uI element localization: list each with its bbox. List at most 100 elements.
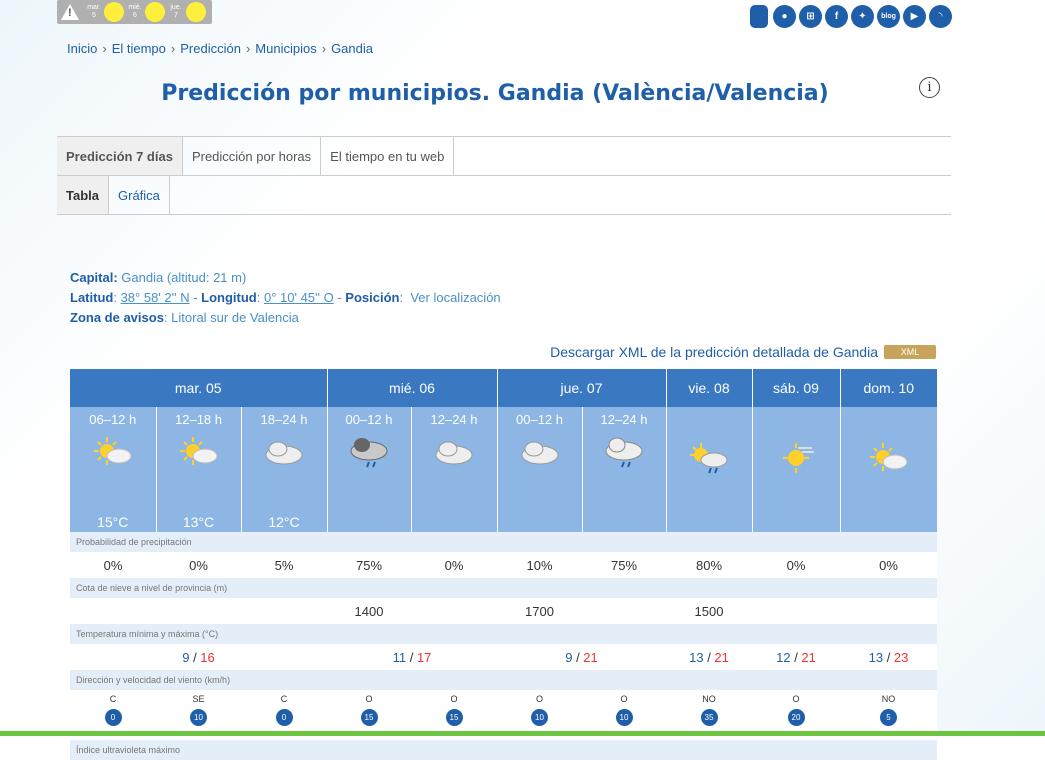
snow-value — [411, 598, 497, 624]
twitter-icon[interactable]: ✦ — [851, 5, 874, 28]
tab-tabla[interactable]: Tabla — [57, 176, 109, 214]
longitude-value: 0° 10' 45'' O — [263, 290, 334, 305]
temp-separator: / — [883, 649, 894, 665]
tab-prediccion-7-dias[interactable]: Predicción 7 días — [57, 137, 183, 175]
temp-row: 9 / 16 11 / 17 9 / 21 13 / 21 12 / 21 13… — [70, 644, 937, 670]
warning-level-dot — [104, 2, 124, 22]
breadcrumb-inicio[interactable]: Inicio — [67, 41, 97, 56]
temp-max: 21 — [714, 649, 729, 665]
wind-speed-icon: 10 — [531, 709, 548, 726]
period-label: 12–24 h — [430, 412, 478, 427]
breadcrumb-municipios[interactable]: Municipios — [255, 41, 316, 56]
app-icon[interactable]: ● — [773, 5, 796, 28]
period-cell: 18–24 h 12°C — [240, 407, 327, 532]
blog-icon[interactable]: blog — [877, 5, 900, 28]
cloud-icon — [435, 441, 473, 465]
facebook-icon[interactable]: f — [825, 5, 848, 28]
warnings-bar[interactable]: ! mar. 5 mié. 6 jue. 7 — [57, 0, 212, 24]
warning-day-label: mar. — [87, 4, 101, 11]
period-label — [667, 407, 752, 412]
period-label: 06–12 h — [89, 412, 137, 427]
wind-label: Dirección y velocidad del viento (km/h) — [70, 670, 937, 690]
day-header: mar. 05 — [70, 369, 327, 407]
temp-value: 13 / 23 — [840, 644, 937, 670]
temp-separator: / — [572, 649, 584, 665]
temp-separator: / — [406, 649, 417, 665]
wind-speed-icon: 0 — [275, 709, 293, 726]
wind-direction: NO — [702, 694, 716, 704]
cloud-icon — [265, 441, 303, 465]
ver-localizacion-link[interactable]: Ver localización — [410, 290, 500, 305]
section-label-row: Dirección y velocidad del viento (km/h) — [70, 670, 937, 690]
snow-value — [582, 598, 666, 624]
temp-value: 12 / 21 — [752, 644, 840, 670]
sun-cloud-icon — [93, 437, 132, 465]
warning-day[interactable]: mié. 6 — [126, 2, 165, 22]
zona-avisos-link[interactable]: Litoral sur de Valencia — [171, 310, 299, 325]
position-label: Posición — [345, 290, 400, 305]
temp-min: 11 — [392, 649, 407, 665]
page-title: Predicción por municipios. Gandia (Valèn… — [161, 81, 829, 106]
period-cell — [665, 407, 752, 532]
period-cell — [751, 407, 840, 532]
day-header-row: mar. 05 mié. 06 jue. 07 vie. 08 sáb. 09 … — [70, 369, 937, 407]
temp-max: 16 — [200, 649, 215, 665]
youtube-icon[interactable]: ▶ — [903, 5, 926, 28]
forecast-table: mar. 05 mié. 06 jue. 07 vie. 08 sáb. 09 … — [70, 369, 937, 760]
warnings-box[interactable]: ! mar. 5 mié. 6 jue. 7 — [57, 0, 212, 24]
section-label-row: Probabilidad de precipitación — [70, 532, 937, 552]
snow-value — [241, 598, 327, 624]
period-label: 12–18 h — [175, 412, 222, 427]
period-cell: 00–12 h — [326, 407, 411, 532]
warning-level-dot — [186, 2, 206, 22]
temp-max: 21 — [583, 649, 598, 665]
period-row: 06–12 h 15°C 12–18 h 13°C 18–24 h 12°C 00–1… — [70, 407, 937, 532]
rss-icon[interactable]: ◝ — [929, 5, 952, 28]
sun-haze-icon — [783, 443, 814, 473]
mobile-icon[interactable] — [750, 5, 768, 28]
wind-speed-icon: 15 — [445, 709, 463, 726]
period-label — [841, 407, 938, 412]
day-header: vie. 08 — [665, 369, 752, 407]
sun-cloud-icon — [179, 437, 217, 465]
wind-speed-icon: 10 — [190, 709, 207, 726]
period-temp: 12°C — [268, 514, 300, 530]
temp-label: Temperatura mínima y máxima (°C) — [70, 624, 937, 644]
period-temp: 13°C — [182, 514, 215, 530]
breadcrumb: Inicio › El tiempo › Predicción › Municipios › G… — [67, 41, 373, 56]
wind-speed-icon: 35 — [700, 709, 718, 726]
precip-value: 75% — [327, 552, 411, 578]
wind-direction: O — [620, 694, 628, 704]
snow-value — [156, 598, 241, 624]
tab-el-tiempo-en-tu-web[interactable]: El tiempo en tu web — [321, 137, 455, 175]
temp-max: 17 — [416, 649, 432, 665]
precip-value: 10% — [497, 552, 582, 578]
period-label: 18–24 h — [260, 412, 308, 427]
warning-day[interactable]: mar. 5 — [85, 2, 124, 22]
warning-day-num: 5 — [92, 12, 96, 19]
warning-day[interactable]: jue. 7 — [167, 2, 206, 22]
snow-value — [752, 598, 840, 624]
social-links: ● ⊞ f ✦ blog ▶ ◝ — [748, 5, 952, 28]
info-icon[interactable]: i — [919, 77, 940, 98]
xml-badge[interactable]: XML — [884, 345, 936, 359]
breadcrumb-prediccion[interactable]: Predicción — [180, 41, 241, 56]
temp-max: 23 — [893, 649, 909, 665]
tab-grafica[interactable]: Gráfica — [109, 176, 170, 214]
uv-label: Índice ultravioleta máximo — [70, 740, 937, 760]
warning-day-num: 7 — [174, 12, 178, 19]
tab-prediccion-por-horas[interactable]: Predicción por horas — [183, 137, 322, 175]
precip-value: 0% — [70, 552, 156, 578]
temp-value: 9 / 16 — [70, 644, 327, 670]
period-label: 12–24 h — [600, 412, 648, 427]
network-icon[interactable]: ⊞ — [799, 5, 822, 28]
breadcrumb-el-tiempo[interactable]: El tiempo — [112, 41, 166, 56]
snow-label: Cota de nieve a nivel de provincia (m) — [70, 578, 937, 598]
cloud-icon — [521, 441, 558, 465]
sun-cloud-rain-icon — [690, 443, 728, 474]
wind-direction: SE — [192, 694, 205, 704]
wind-speed-icon: 5 — [880, 709, 897, 726]
period-label — [753, 407, 840, 412]
period-cell: 12–24 h — [410, 407, 497, 532]
xml-download-link[interactable]: Descargar XML de la predicción detallada… — [550, 344, 878, 360]
